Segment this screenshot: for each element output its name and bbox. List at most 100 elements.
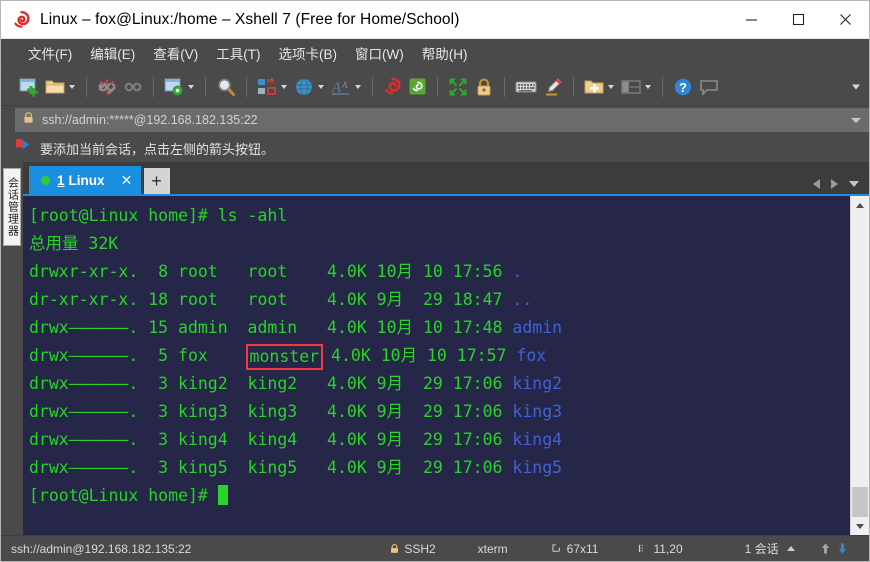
chevron-down-icon[interactable] xyxy=(281,84,287,89)
highlighted-text: monster xyxy=(245,344,324,370)
session-content: 1 Linux ✕ + [root@Linux home]# ls -ahl 总用… xyxy=(23,162,869,535)
terminal-text: drwx——————. 3 king3 king3 4.0K 9月 29 17:… xyxy=(29,402,513,421)
terminal-area: [root@Linux home]# ls -ahl 总用量 32K drwxr-x… xyxy=(23,194,869,535)
tab-label: Linux xyxy=(68,172,105,188)
svg-text:?: ? xyxy=(679,80,687,95)
terminal-line: dr-xr-xr-x. 18 root root 4.0K 9月 29 18:4… xyxy=(29,286,850,314)
notice-bar: 要添加当前会话，点击左侧的箭头按钮。 xyxy=(1,134,869,162)
menu-file[interactable]: 文件(F) xyxy=(19,39,81,67)
scrollbar-thumb[interactable] xyxy=(852,487,868,517)
menu-bar: 文件(F) 编辑(E) 查看(V) 工具(T) 选项卡(B) 窗口(W) 帮助(… xyxy=(1,39,869,68)
workspace: 会话管理器 1 Linux ✕ + [root@Linux home]# ls … xyxy=(1,162,869,535)
tab-nav-controls xyxy=(807,179,869,194)
connection-status-dot-icon xyxy=(41,175,50,185)
toolbar-separator xyxy=(504,76,505,97)
status-protocol-group: SSH2 xyxy=(389,542,436,556)
sidebar-item-label: 会话管理器 xyxy=(6,177,19,237)
toolbar: A A ? xyxy=(1,68,869,106)
menu-tools[interactable]: 工具(T) xyxy=(207,39,269,67)
toolbar-separator xyxy=(153,76,154,97)
chevron-down-icon[interactable] xyxy=(318,84,324,89)
sidebar-item-session-manager[interactable]: 会话管理器 xyxy=(3,168,21,246)
keyboard-icon[interactable] xyxy=(512,72,540,102)
status-sessions[interactable]: 1 会话 xyxy=(745,540,779,557)
toolbar-separator xyxy=(205,76,206,97)
upload-arrow-icon[interactable] xyxy=(819,542,832,555)
terminal-line: 总用量 32K xyxy=(29,230,850,258)
terminal-text: 4.0K 10月 10 17:57 xyxy=(321,346,517,365)
minimize-button[interactable] xyxy=(728,1,775,39)
download-arrow-icon[interactable] xyxy=(836,542,849,555)
reconnect-icon[interactable] xyxy=(120,72,146,102)
toolbar-separator xyxy=(573,76,574,97)
terminal-text: drwxr-xr-x. 8 root root 4.0K 10月 10 17:5… xyxy=(29,262,513,281)
toolbar-overflow-chevron-icon[interactable] xyxy=(852,84,860,89)
comment-icon[interactable] xyxy=(696,72,722,102)
lock-icon[interactable] xyxy=(471,72,497,102)
tab-linux[interactable]: 1 Linux ✕ xyxy=(29,166,141,194)
find-icon[interactable] xyxy=(213,72,239,102)
menu-edit[interactable]: 编辑(E) xyxy=(81,39,144,67)
terminal-text: king2 xyxy=(512,374,563,393)
arrange-layout-icon[interactable] xyxy=(254,72,291,102)
xshell-icon[interactable] xyxy=(380,72,405,102)
highlight-pen-icon[interactable] xyxy=(540,72,566,102)
terminal-text: drwx——————. 5 fox xyxy=(29,346,248,365)
tab-close-icon[interactable]: ✕ xyxy=(119,172,135,189)
chevron-left-icon[interactable] xyxy=(807,179,825,189)
terminal-text: [root@Linux home]# ls -ahl xyxy=(29,206,288,225)
terminal-text: 总用量 32K xyxy=(29,234,119,253)
session-properties-icon[interactable] xyxy=(161,72,198,102)
new-session-icon[interactable] xyxy=(16,72,42,102)
menu-window[interactable]: 窗口(W) xyxy=(346,39,413,67)
tab-list-chevron-down-icon[interactable] xyxy=(849,181,859,187)
chevron-down-icon[interactable] xyxy=(645,84,651,89)
terminal-text: king3 xyxy=(512,402,563,421)
terminal-cursor xyxy=(217,485,228,505)
add-folder-icon[interactable] xyxy=(581,72,618,102)
lock-icon xyxy=(389,543,400,554)
sessions-chevron-up-icon[interactable] xyxy=(786,546,795,551)
scroll-down-icon[interactable] xyxy=(851,517,869,535)
globe-encoding-icon[interactable] xyxy=(291,72,328,102)
terminal-line: [root@Linux home]# ls -ahl xyxy=(29,202,850,230)
chevron-down-icon[interactable] xyxy=(188,84,194,89)
status-size: 67x11 xyxy=(566,541,599,556)
address-bar[interactable]: ssh://admin:*****@192.168.182.135:22 xyxy=(15,108,843,132)
scrollbar-track[interactable] xyxy=(851,214,869,517)
disconnect-icon[interactable] xyxy=(94,72,120,102)
help-icon[interactable]: ? xyxy=(670,72,696,102)
terminal-line: drwx——————. 15 admin admin 4.0K 10月 10 1… xyxy=(29,314,850,342)
close-button[interactable] xyxy=(822,1,869,39)
chevron-down-icon[interactable] xyxy=(355,84,361,89)
terminal-text: drwx——————. 3 king4 king4 4.0K 9月 29 17:… xyxy=(29,430,513,449)
menu-view[interactable]: 查看(V) xyxy=(144,39,207,67)
menu-tabs[interactable]: 选项卡(B) xyxy=(270,39,347,67)
xshell-window: Linux – fox@Linux:/home – Xshell 7 (Free… xyxy=(0,0,870,562)
chevron-right-icon[interactable] xyxy=(825,179,843,189)
chevron-down-icon[interactable] xyxy=(608,84,614,89)
scroll-up-icon[interactable] xyxy=(851,196,869,214)
status-cursor-group: 11,20 xyxy=(638,541,683,556)
red-flag-blue-arrow-icon xyxy=(15,138,32,158)
terminal-output[interactable]: [root@Linux home]# ls -ahl 总用量 32K drwxr-x… xyxy=(23,196,850,535)
address-input[interactable]: ssh://admin:*****@192.168.182.135:22 xyxy=(42,113,258,127)
status-connection: ssh://admin@192.168.182.135:22 xyxy=(11,541,192,556)
xftp-icon[interactable] xyxy=(405,72,430,102)
chevron-down-icon[interactable] xyxy=(69,84,75,89)
terminal-scrollbar[interactable] xyxy=(850,196,869,535)
terminal-line: drwx——————. 3 king3 king3 4.0K 9月 29 17:… xyxy=(29,398,850,426)
terminal-line: drwx——————. 3 king2 king2 4.0K 9月 29 17:… xyxy=(29,370,850,398)
svg-text:A: A xyxy=(341,80,348,90)
fullscreen-icon[interactable] xyxy=(445,72,471,102)
window-title: Linux – fox@Linux:/home – Xshell 7 (Free… xyxy=(40,10,460,28)
new-tab-button[interactable]: + xyxy=(143,168,170,194)
open-folder-icon[interactable] xyxy=(42,72,79,102)
maximize-button[interactable] xyxy=(775,1,822,39)
address-dropdown-chevron-icon[interactable] xyxy=(843,108,869,132)
status-cursor-position: 11,20 xyxy=(653,541,683,556)
split-view-icon[interactable] xyxy=(618,72,655,102)
menu-help[interactable]: 帮助(H) xyxy=(413,39,477,67)
font-icon[interactable]: A A xyxy=(328,72,365,102)
terminal-line: [root@Linux home]# xyxy=(29,482,850,510)
